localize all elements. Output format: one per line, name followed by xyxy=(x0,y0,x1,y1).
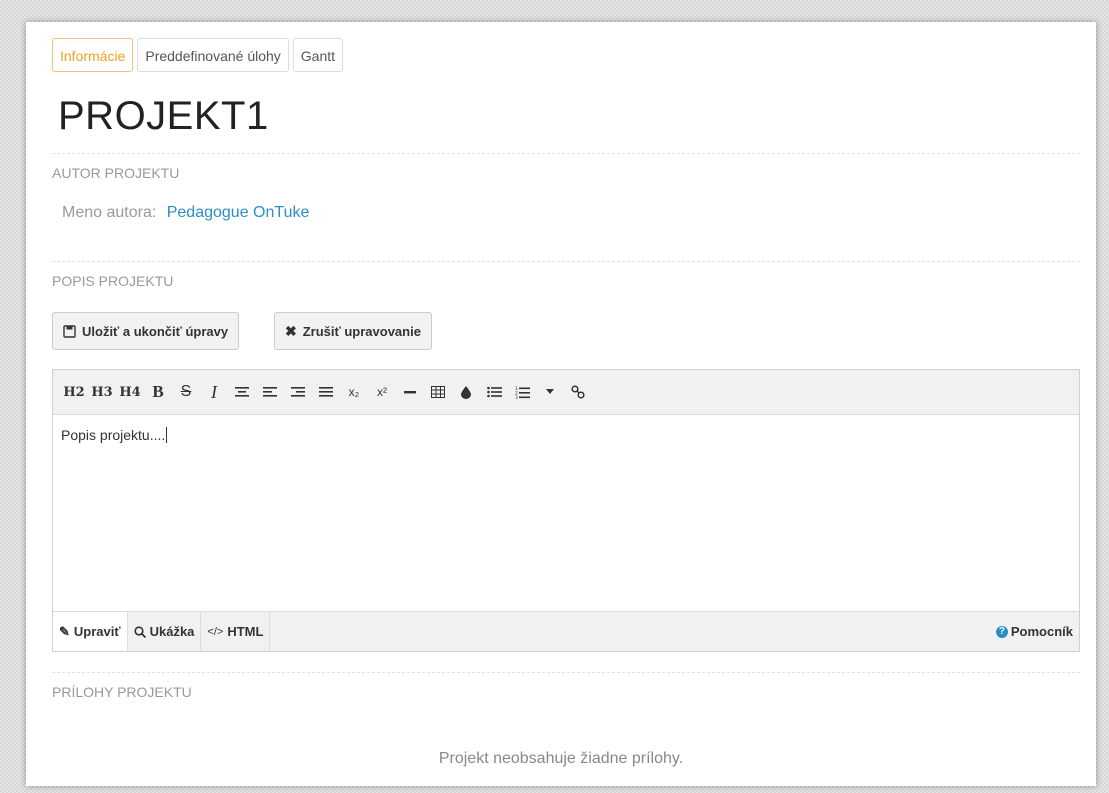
tab-edit[interactable]: ✎ Upraviť xyxy=(53,612,128,651)
author-name-label: Meno autora: xyxy=(62,204,157,221)
italic-button[interactable]: I xyxy=(201,378,227,406)
cancel-editing-button[interactable]: ✖ Zrušiť upravovanie xyxy=(274,312,432,350)
tab-edit-label: Upraviť xyxy=(73,624,121,639)
save-and-finish-button[interactable]: Uložiť a ukončiť úpravy xyxy=(52,312,240,350)
help-button[interactable]: ? Pomocník xyxy=(990,612,1079,651)
search-icon xyxy=(133,625,146,638)
editor-toolbar: H2 H3 H4 B S I x₂ x² 1 2 3 xyxy=(53,370,1079,415)
text-caret xyxy=(166,427,168,443)
align-right-icon[interactable] xyxy=(285,378,311,406)
align-left-icon[interactable] xyxy=(257,378,283,406)
pencil-icon: ✎ xyxy=(59,623,70,639)
bold-button[interactable]: B xyxy=(145,378,171,406)
markdown-editor: H2 H3 H4 B S I x₂ x² 1 2 3 Popis projekt… xyxy=(52,369,1080,652)
align-center-icon[interactable] xyxy=(229,378,255,406)
align-justify-icon[interactable] xyxy=(313,378,339,406)
help-icon: ? xyxy=(995,625,1008,638)
tab-gantt[interactable]: Gantt xyxy=(292,38,344,72)
tab-informacie[interactable]: Informácie xyxy=(52,38,134,72)
tab-preview-label: Ukážka xyxy=(149,624,195,639)
section-label-author: AUTOR PROJEKTU xyxy=(52,165,180,181)
tab-html[interactable]: </> HTML xyxy=(201,612,271,651)
h4-button[interactable]: H4 xyxy=(117,378,143,406)
table-icon[interactable] xyxy=(425,378,451,406)
editor-footer: ✎ Upraviť Ukážka </> HTML ? Pomocník xyxy=(53,611,1079,651)
page-title: PROJEKT1 xyxy=(58,94,269,138)
attachments-empty-message: Projekt neobsahuje žiadne prílohy. xyxy=(438,750,684,767)
close-icon: ✖ xyxy=(285,322,297,339)
project-panel: Informácie Preddefinované úlohy Gantt PR… xyxy=(26,22,1096,786)
color-drop-icon[interactable] xyxy=(453,378,479,406)
editor-content-area[interactable]: Popis projektu.... xyxy=(53,415,1079,611)
numbered-list-icon[interactable]: 123 xyxy=(509,378,535,406)
divider xyxy=(52,153,1080,154)
divider xyxy=(52,672,1080,673)
tab-bar: Informácie Preddefinované úlohy Gantt xyxy=(52,38,344,72)
tab-html-label: HTML xyxy=(227,624,264,639)
h3-button[interactable]: H3 xyxy=(89,378,115,406)
horizontal-rule-icon[interactable] xyxy=(397,378,423,406)
section-label-attachments: PRÍLOHY PROJEKTU xyxy=(52,684,192,700)
author-name-link[interactable]: Pedagogue OnTuke xyxy=(167,204,310,221)
strikethrough-button[interactable]: S xyxy=(173,378,199,406)
dropdown-caret-icon[interactable] xyxy=(537,378,563,406)
superscript-button[interactable]: x² xyxy=(369,378,395,406)
link-icon[interactable] xyxy=(565,378,591,406)
editor-content-text: Popis projektu.... xyxy=(61,427,166,443)
tab-preddefinovane-ulohy[interactable]: Preddefinované úlohy xyxy=(137,38,289,72)
help-label: Pomocník xyxy=(1010,624,1073,639)
tab-preview[interactable]: Ukážka xyxy=(128,612,202,651)
save-button-label: Uložiť a ukončiť úpravy xyxy=(82,323,229,339)
cancel-button-label: Zrušiť upravovanie xyxy=(302,323,421,339)
code-icon: </> xyxy=(207,625,224,638)
divider xyxy=(52,261,1080,262)
save-icon xyxy=(63,324,76,338)
author-row: Meno autora: Pedagogue OnTuke xyxy=(62,204,309,222)
bullet-list-icon[interactable] xyxy=(481,378,507,406)
subscript-button[interactable]: x₂ xyxy=(341,378,367,406)
svg-text:3: 3 xyxy=(515,395,518,399)
h2-button[interactable]: H2 xyxy=(61,378,87,406)
section-label-description: POPIS PROJEKTU xyxy=(52,273,174,289)
